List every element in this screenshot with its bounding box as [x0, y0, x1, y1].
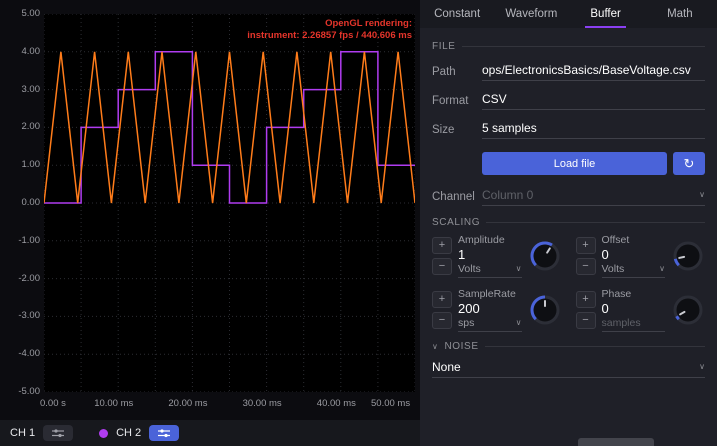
sliders-icon	[157, 428, 171, 438]
scaling-controls: + − Amplitude 1 Volts ∨	[432, 234, 705, 332]
offset-control: + − Offset 0 Volts ∨	[576, 234, 706, 278]
x-tick-label: 40.00 ms	[317, 398, 356, 409]
tab-buffer[interactable]: Buffer	[569, 0, 643, 28]
mode-tabs: Constant Waveform Buffer Math	[420, 0, 717, 28]
chevron-down-icon: ∨	[516, 265, 522, 273]
path-input[interactable]	[482, 63, 705, 81]
x-tick-label: 30.00 ms	[243, 398, 282, 409]
format-input[interactable]	[482, 92, 705, 110]
amplitude-increment-button[interactable]: +	[432, 237, 452, 254]
offset-increment-button[interactable]: +	[576, 237, 596, 254]
chevron-down-icon: ∨	[659, 265, 665, 273]
sliders-icon	[51, 428, 65, 438]
oscilloscope-display: 5.00 4.00 3.00 2.00 1.00 0.00 -1.00 -2.00 -3.00 -…	[0, 0, 420, 420]
scope-plot[interactable]	[44, 14, 415, 392]
chevron-down-icon: ∨	[432, 343, 438, 351]
samplerate-knob[interactable]	[528, 293, 562, 327]
noise-select-value: None	[432, 360, 461, 374]
y-tick-label: -2.00	[2, 273, 40, 284]
phase-increment-button[interactable]: +	[576, 291, 596, 308]
samplerate-control: + − SampleRate 200 sps ∨	[432, 288, 562, 332]
y-tick-label: 0.00	[2, 197, 40, 208]
channel-select-value: Column 0	[482, 188, 533, 202]
phase-value[interactable]: 0	[602, 301, 666, 316]
tab-constant[interactable]: Constant	[420, 0, 494, 28]
amplitude-unit: Volts	[458, 263, 481, 275]
y-tick-label: 3.00	[2, 84, 40, 95]
phase-decrement-button[interactable]: −	[576, 312, 596, 329]
size-label: Size	[432, 124, 482, 139]
format-label: Format	[432, 95, 482, 110]
offset-label: Offset	[602, 234, 666, 246]
path-label: Path	[432, 66, 482, 81]
channel-bar: CH 1 CH 2	[0, 420, 420, 446]
channel-select[interactable]: Column 0 ∨	[482, 188, 705, 206]
y-tick-label: 2.00	[2, 121, 40, 132]
amplitude-unit-select[interactable]: Volts ∨	[458, 263, 522, 278]
phase-control: + − Phase 0 samples	[576, 288, 706, 332]
y-tick-label: 4.00	[2, 46, 40, 57]
amplitude-control: + − Amplitude 1 Volts ∨	[432, 234, 562, 278]
file-section-header: FILE	[432, 41, 705, 52]
offset-value[interactable]: 0	[602, 247, 666, 262]
samplerate-label: SampleRate	[458, 288, 522, 300]
x-tick-label: 0.00 s	[40, 398, 66, 409]
phase-knob[interactable]	[671, 293, 705, 327]
samplerate-value[interactable]: 200	[458, 301, 522, 316]
samplerate-increment-button[interactable]: +	[432, 291, 452, 308]
samplerate-unit: sps	[458, 317, 474, 329]
app-window: 5.00 4.00 3.00 2.00 1.00 0.00 -1.00 -2.00 -3.00 -…	[0, 0, 717, 446]
noise-section-title: NOISE	[444, 341, 478, 352]
y-tick-label: 1.00	[2, 159, 40, 170]
samplerate-unit-select[interactable]: sps ∨	[458, 317, 522, 332]
y-tick-label: -1.00	[2, 235, 40, 246]
tab-math[interactable]: Math	[643, 0, 717, 28]
noise-section-header[interactable]: ∨ NOISE	[432, 341, 705, 352]
offset-knob[interactable]	[671, 239, 705, 273]
noise-select[interactable]: None ∨	[432, 360, 705, 378]
phase-label: Phase	[602, 288, 666, 300]
phase-unit-text: samples	[602, 317, 641, 329]
y-tick-label: -3.00	[2, 310, 40, 321]
amplitude-value[interactable]: 1	[458, 247, 522, 262]
signal-generator-panel: Constant Waveform Buffer Math FILE Path …	[420, 0, 717, 446]
offset-decrement-button[interactable]: −	[576, 258, 596, 275]
channel1-settings-button[interactable]	[43, 425, 73, 441]
cutoff-partial-control[interactable]	[578, 438, 654, 446]
y-tick-label: -4.00	[2, 348, 40, 359]
file-section-title: FILE	[432, 41, 456, 52]
x-tick-label: 50.00 ms	[371, 398, 410, 409]
channel-label: Channel	[432, 191, 482, 206]
amplitude-decrement-button[interactable]: −	[432, 258, 452, 275]
chevron-down-icon: ∨	[699, 191, 705, 199]
load-file-button[interactable]: Load file	[482, 152, 667, 175]
channel1-label[interactable]: CH 1	[10, 427, 35, 439]
samplerate-decrement-button[interactable]: −	[432, 312, 452, 329]
channel2-color-dot	[99, 429, 108, 438]
channel2-label[interactable]: CH 2	[116, 427, 141, 439]
y-tick-label: 5.00	[2, 8, 40, 19]
amplitude-label: Amplitude	[458, 234, 522, 246]
scaling-section-title: SCALING	[432, 217, 480, 228]
scope-waveform-svg	[44, 14, 415, 392]
offset-unit: Volts	[602, 263, 625, 275]
tab-waveform[interactable]: Waveform	[494, 0, 568, 28]
x-tick-label: 20.00 ms	[168, 398, 207, 409]
amplitude-knob[interactable]	[528, 239, 562, 273]
size-input[interactable]	[482, 121, 705, 139]
phase-unit: samples	[602, 317, 666, 332]
y-tick-label: -5.00	[2, 386, 40, 397]
chevron-down-icon: ∨	[516, 319, 522, 327]
chevron-down-icon: ∨	[699, 363, 705, 371]
x-tick-label: 10.00 ms	[94, 398, 133, 409]
offset-unit-select[interactable]: Volts ∨	[602, 263, 666, 278]
scaling-section-header: SCALING	[432, 217, 705, 228]
refresh-icon[interactable]: ↻	[673, 152, 705, 175]
channel2-settings-button[interactable]	[149, 425, 179, 441]
